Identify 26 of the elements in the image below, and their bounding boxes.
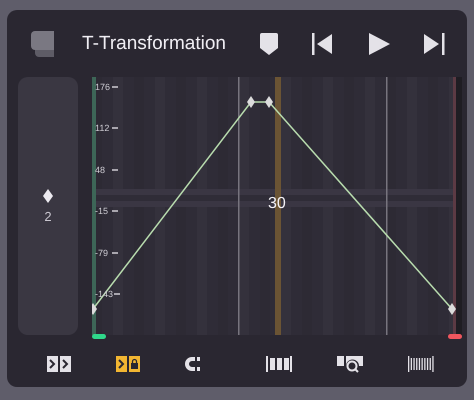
zoom-icon — [337, 355, 363, 374]
bookmark-button[interactable] — [260, 32, 278, 55]
frames-icon — [266, 356, 292, 372]
vertical-lines-icon — [408, 356, 434, 372]
next-button[interactable] — [424, 32, 445, 55]
frame-number: 30 — [268, 195, 286, 214]
keyframe-point[interactable] — [265, 96, 273, 108]
previous-button[interactable] — [312, 32, 334, 55]
play-button[interactable] — [368, 32, 390, 55]
keyframe-point[interactable] — [247, 96, 255, 108]
axis-label: -79 — [95, 248, 108, 258]
track-card[interactable]: 2 — [18, 77, 78, 336]
layers-icon — [31, 30, 54, 57]
axis-label: 176 — [95, 82, 110, 92]
keyframe-point[interactable] — [92, 303, 97, 316]
keyframe-count: 2 — [44, 208, 52, 224]
axis-label: 112 — [95, 123, 110, 134]
magnet-icon — [185, 356, 201, 372]
axis-label: -15 — [95, 206, 108, 216]
start-marker[interactable] — [92, 334, 106, 340]
axis-label: 48 — [95, 165, 106, 176]
animation-title: T-Transformation — [82, 32, 226, 55]
keyframe-icon — [43, 188, 53, 203]
step-icon — [47, 356, 71, 372]
lock-icon — [116, 356, 140, 372]
end-marker[interactable] — [448, 334, 462, 340]
